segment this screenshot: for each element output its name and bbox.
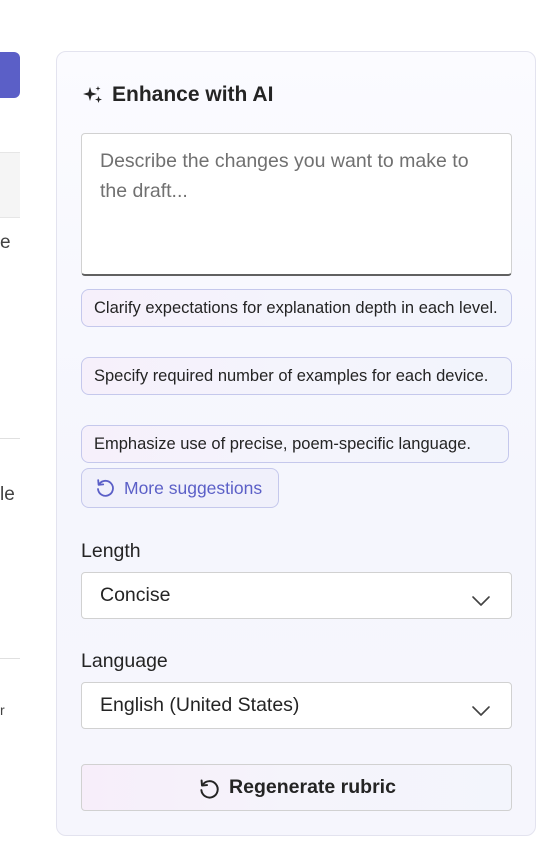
app-window: e le r Enhance with AI Clarify expectati… — [0, 0, 536, 843]
regenerate-rubric-button[interactable]: Regenerate rubric — [81, 764, 512, 811]
language-label: Language — [81, 650, 168, 672]
more-suggestions-label: More suggestions — [124, 477, 263, 498]
sparkle-icon — [82, 84, 104, 106]
left-primary-button[interactable] — [0, 52, 20, 98]
chevron-down-icon — [471, 590, 491, 606]
panel-title: Enhance with AI — [82, 80, 273, 110]
panel-title-text: Enhance with AI — [112, 83, 274, 106]
refresh-icon — [94, 477, 116, 499]
language-dropdown[interactable]: English (United States) — [81, 682, 512, 729]
left-divider — [0, 438, 20, 439]
enhance-with-ai-panel: Enhance with AI Clarify expectations for… — [56, 51, 536, 836]
language-selected-value: English (United States) — [100, 694, 300, 716]
suggestion-chip[interactable]: Clarify expectations for explanation dep… — [81, 289, 512, 327]
length-dropdown[interactable]: Concise — [81, 572, 512, 619]
left-divider — [0, 658, 20, 659]
suggestion-chip[interactable]: Emphasize use of precise, poem-specific … — [81, 425, 509, 463]
left-text-fragment: r — [0, 702, 5, 718]
suggestion-chip-label: Specify required number of examples for … — [94, 367, 489, 385]
refresh-icon — [197, 777, 219, 799]
length-label: Length — [81, 540, 141, 562]
left-text-fragment: le — [0, 484, 15, 505]
prompt-input[interactable] — [81, 133, 512, 276]
suggestion-chip-label: Clarify expectations for explanation dep… — [94, 299, 498, 317]
suggestion-chip-label: Emphasize use of precise, poem-specific … — [94, 435, 471, 453]
more-suggestions-button[interactable]: More suggestions — [81, 468, 279, 508]
regenerate-rubric-label: Regenerate rubric — [229, 776, 396, 798]
chevron-down-icon — [471, 700, 491, 716]
left-text-fragment: e — [0, 232, 11, 253]
left-table-header — [0, 152, 20, 218]
suggestion-chip[interactable]: Specify required number of examples for … — [81, 357, 512, 395]
length-selected-value: Concise — [100, 584, 171, 606]
